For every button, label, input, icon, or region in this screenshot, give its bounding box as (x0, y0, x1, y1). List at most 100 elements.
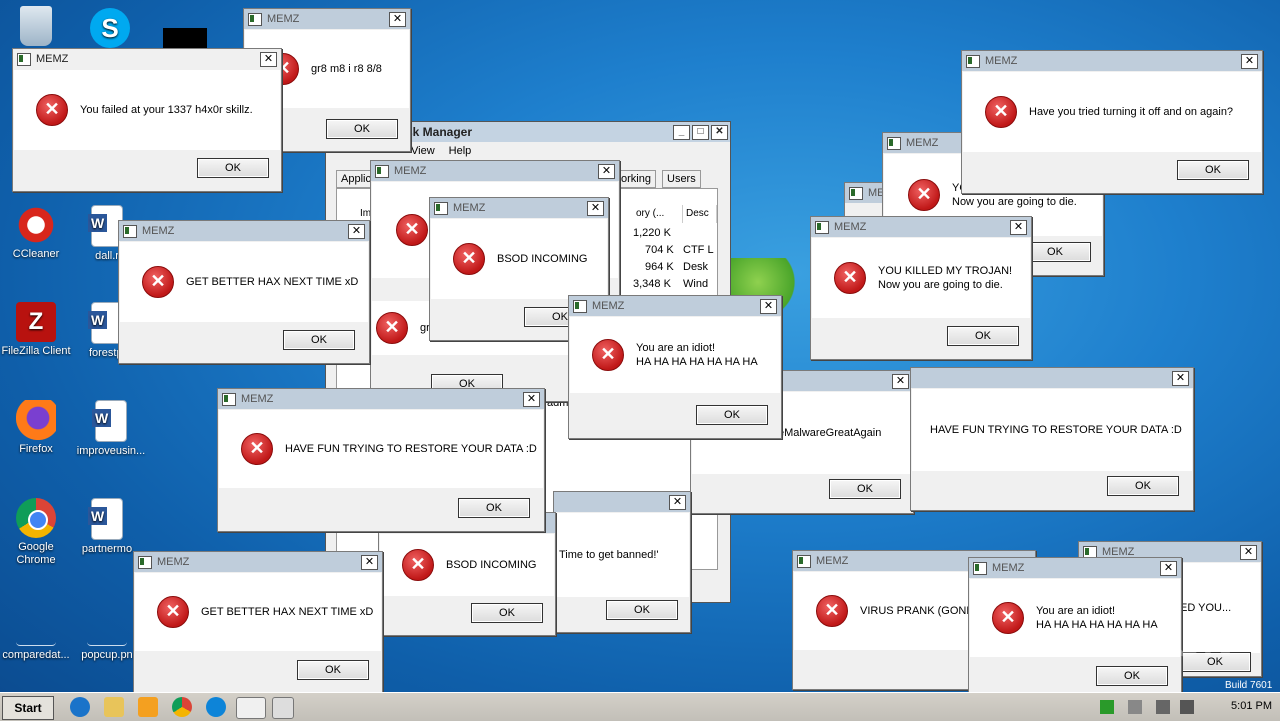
memz-dialog-idiot[interactable]: MEMZ ✕ ✕ You are an idiot! HA HA HA HA HA … (568, 295, 782, 439)
build-text: Build 7601 (1225, 680, 1273, 691)
minimize-button[interactable]: _ (673, 124, 690, 140)
tab-users[interactable]: Users (662, 170, 701, 188)
error-icon: ✕ (985, 96, 1017, 128)
ok-button[interactable]: OK (197, 158, 269, 178)
dialog-message: BSOD INCOMING (497, 253, 588, 265)
memz-dialog-turn-off[interactable]: MEMZ ✕ ✕ Have you tried turning it off and… (961, 50, 1263, 194)
memz-app-icon (815, 220, 829, 234)
error-icon: ✕ (592, 339, 624, 371)
ok-button[interactable]: OK (606, 600, 678, 620)
taskbar: Start 5:01 PM (0, 692, 1280, 721)
ok-button[interactable]: OK (947, 326, 1019, 346)
close-button[interactable]: ✕ (1010, 219, 1027, 235)
explorer-icon[interactable] (104, 697, 124, 717)
close-button[interactable]: ✕ (348, 223, 365, 239)
memz-app-icon (375, 164, 389, 178)
desc-cell: Wind (683, 278, 709, 290)
network-tray-icon[interactable] (1100, 700, 1114, 714)
desktop-icon-chrome[interactable]: Google Chrome (1, 498, 71, 567)
media-player-icon[interactable] (138, 697, 158, 717)
close-button[interactable]: ✕ (1240, 544, 1257, 560)
desktop-icon-improveusin[interactable]: improveusin... (76, 400, 146, 458)
close-button[interactable]: ✕ (1241, 53, 1258, 69)
memz-dialog-restore-right[interactable]: ✕ HAVE FUN TRYING TO RESTORE YOUR DATA :… (910, 367, 1194, 511)
speaker-icon[interactable] (1180, 700, 1194, 714)
ie-icon[interactable] (70, 697, 90, 717)
volume-icon[interactable] (1128, 700, 1142, 714)
clock[interactable]: 5:01 PM (1231, 700, 1272, 712)
error-icon: ✕ (908, 179, 940, 211)
close-button[interactable]: ✕ (587, 200, 604, 216)
task-manager-taskbar-icon[interactable] (236, 697, 266, 719)
dialog-message: HAVE FUN TRYING TO RESTORE YOUR DATA :D (285, 443, 537, 455)
dialog-title: MEMZ (394, 165, 427, 177)
memz-dialog-better-hax[interactable]: MEMZ ✕ ✕ GET BETTER HAX NEXT TIME xD OK (118, 220, 370, 364)
flag-icon[interactable] (1156, 700, 1170, 714)
maximize-button[interactable]: □ (692, 124, 709, 140)
memz-dialog-killed[interactable]: MEMZ ✕ ✕ YOU KILLED MY TROJAN! Now you are… (810, 216, 1032, 360)
ok-button[interactable]: OK (829, 479, 901, 499)
menu-view[interactable]: View (411, 145, 435, 157)
error-icon: ✕ (376, 312, 408, 344)
ccleaner-icon (16, 205, 56, 245)
recycle-bin-icon[interactable] (1, 6, 71, 49)
ok-button[interactable]: OK (471, 603, 543, 623)
ok-button[interactable]: OK (458, 498, 530, 518)
close-button[interactable]: ✕ (711, 124, 728, 140)
close-button[interactable]: ✕ (260, 51, 277, 67)
start-button[interactable]: Start (2, 696, 54, 720)
edge-icon[interactable] (206, 697, 226, 717)
desktop-icon-ccleaner[interactable]: CCleaner (1, 205, 71, 261)
memz-dialog-banned[interactable]: ✕ Time to get banned!' OK (553, 491, 691, 633)
ok-button[interactable]: OK (696, 405, 768, 425)
ok-button[interactable]: OK (1096, 666, 1168, 686)
task-manager-title: sk Manager (406, 125, 473, 139)
memory-cell: 1,220 K (633, 227, 671, 239)
tab-networking[interactable]: orking (616, 170, 656, 188)
memory-cell: 3,348 K (633, 278, 671, 290)
close-button[interactable]: ✕ (598, 163, 615, 179)
ok-button[interactable]: OK (1107, 476, 1179, 496)
dialog-title: MEMZ (992, 562, 1025, 574)
error-icon: ✕ (241, 433, 273, 465)
memz-app-icon (248, 12, 262, 26)
memz-dialog-better-hax-lower[interactable]: MEMZ ✕ ✕ GET BETTER HAX NEXT TIME xD OK (133, 551, 383, 695)
ok-button[interactable]: OK (1177, 160, 1249, 180)
column-memory[interactable]: ory (... (633, 205, 683, 223)
calculator-icon[interactable] (272, 697, 294, 719)
close-button[interactable]: ✕ (389, 11, 406, 27)
close-button[interactable]: ✕ (361, 554, 378, 570)
ok-button[interactable]: OK (297, 660, 369, 680)
memz-app-icon (222, 392, 236, 406)
dialog-message: GET BETTER HAX NEXT TIME xD (201, 606, 374, 618)
dialog-title: MEMZ (592, 300, 625, 312)
dialog-message: Time to get banned!' (559, 549, 659, 561)
memz-dialog-failed[interactable]: MEMZ ✕ ✕ You failed at your 1337 h4x0r ski… (12, 48, 282, 192)
anyrun-watermark: ANY.RUN (1040, 618, 1234, 665)
file-icon (16, 605, 56, 646)
close-button[interactable]: ✕ (523, 391, 540, 407)
memz-app-icon (138, 555, 152, 569)
desktop-icon-filezilla[interactable]: Z FileZilla Client (1, 302, 71, 358)
desktop-icon-firefox[interactable]: Firefox (1, 400, 71, 456)
dialog-message: gr8 m8 i r8 8/8 (311, 63, 382, 75)
skype-icon[interactable]: S (75, 8, 145, 51)
desktop-icon-comparedat[interactable]: comparedat... (1, 605, 71, 662)
memz-dialog-restore[interactable]: MEMZ ✕ ✕ HAVE FUN TRYING TO RESTORE YOUR D… (217, 388, 545, 532)
close-button[interactable]: ✕ (1160, 560, 1177, 576)
ok-button[interactable]: OK (283, 330, 355, 350)
desc-cell: CTF L (683, 244, 714, 256)
column-description[interactable]: Desc (683, 205, 717, 223)
desktop-icon-partnermo[interactable]: partnermo (72, 498, 142, 556)
dialog-message: ED YOU... (1180, 602, 1232, 614)
close-button[interactable]: ✕ (1172, 370, 1189, 386)
memory-cell: 964 K (645, 261, 674, 273)
desktop-icon-popcup[interactable]: popcup.pn (72, 605, 142, 662)
close-button[interactable]: ✕ (669, 494, 686, 510)
chrome-taskbar-icon[interactable] (172, 697, 192, 717)
close-button[interactable]: ✕ (760, 298, 777, 314)
ok-button[interactable]: OK (326, 119, 398, 139)
dialog-title: MEMZ (142, 225, 175, 237)
close-button[interactable]: ✕ (892, 373, 909, 389)
menu-help[interactable]: Help (449, 145, 472, 157)
